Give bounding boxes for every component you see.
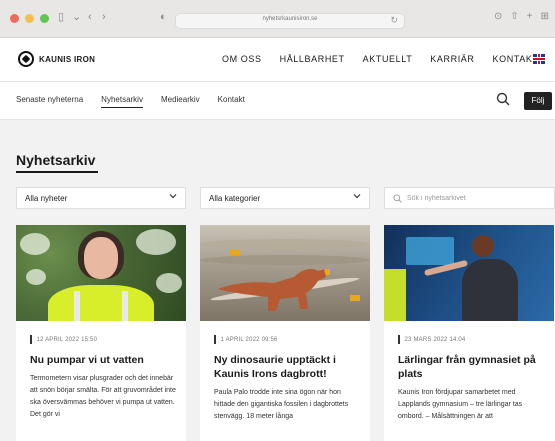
card-excerpt: Kaunis Iron fördjupar samarbetet med Lap… — [398, 389, 523, 420]
url-text: nyhetsrkaunisiron.se — [262, 16, 318, 22]
card-image-students[interactable] — [384, 225, 554, 321]
card-title[interactable]: Ny dinosaurie upptäckt i Kaunis Irons da… — [214, 353, 362, 381]
dinosaur-icon — [218, 269, 326, 311]
subnav-item-mediearkiv[interactable]: Mediearkiv — [161, 95, 200, 108]
card-date-text: 1 APRIL 2022 09:56 — [220, 336, 278, 343]
card-date-text: 23 MARS 2022 14:04 — [404, 336, 466, 343]
archive-search-input[interactable] — [407, 192, 547, 205]
card-title[interactable]: Lärlingar från gymnasiet på plats — [398, 353, 546, 381]
nav-item-hallbarhet[interactable]: HÅLLBARHET — [280, 54, 345, 64]
newsroom-subnav: Senaste nyheterna Nyhetsarkiv Mediearkiv… — [0, 82, 555, 120]
news-card[interactable]: 1 APRIL 2022 09:56 Ny dinosaurie upptäck… — [200, 225, 370, 441]
nav-item-kontakt[interactable]: KONTAKT — [493, 54, 539, 64]
logo-text: KAUNIS IRON — [39, 54, 96, 64]
close-window-icon[interactable] — [10, 14, 19, 23]
main-nav: OM OSS HÅLLBARHET AKTUELLT KARRIÄR KONTA… — [222, 54, 539, 64]
card-excerpt: Paula Palo trodde inte sina ögon när hon… — [214, 389, 349, 420]
window-controls — [10, 14, 49, 23]
nav-item-om-oss[interactable]: OM OSS — [222, 54, 262, 64]
nav-item-karriar[interactable]: KARRIÄR — [430, 54, 474, 64]
card-title[interactable]: Nu pumpar vi ut vatten — [30, 353, 178, 367]
page-title: Nyhetsarkiv — [16, 152, 96, 168]
subnav-item-kontakt[interactable]: Kontakt — [218, 95, 245, 108]
nav-item-aktuellt[interactable]: AKTUELLT — [363, 54, 413, 64]
reload-icon[interactable]: ↻ — [390, 15, 398, 26]
search-icon — [393, 194, 402, 203]
chevron-down-icon — [169, 194, 177, 199]
address-bar[interactable]: nyhetsrkaunisiron.se ↻ — [175, 13, 405, 29]
news-filter-select[interactable]: Alla nyheter — [16, 187, 186, 209]
forward-icon[interactable]: › — [102, 10, 106, 24]
news-card[interactable]: 23 MARS 2022 14:04 Lärlingar från gymnas… — [384, 225, 555, 441]
shield-icon[interactable]: ◐ — [160, 10, 167, 24]
category-filter-value: Alla kategorier — [209, 194, 261, 203]
browser-toolbar: ▯ ⌄ ‹ › ◐ nyhetsrkaunisiron.se ↻ ⊙ ⇧ + ⊞ — [0, 0, 555, 38]
chevron-down-icon — [353, 194, 361, 199]
uk-flag-icon[interactable] — [533, 54, 545, 64]
card-date-text: 12 APRIL 2022 15:50 — [36, 336, 98, 343]
minimize-window-icon[interactable] — [25, 14, 34, 23]
share-icon[interactable]: ⇧ — [510, 11, 518, 22]
subnav-item-nyhetsarkiv[interactable]: Nyhetsarkiv — [101, 95, 143, 108]
card-image-portrait[interactable] — [16, 225, 186, 321]
search-icon[interactable] — [496, 92, 510, 106]
new-tab-icon[interactable]: + — [527, 11, 533, 22]
tab-overview-icon[interactable]: ⊞ — [541, 11, 549, 22]
news-filter-value: Alla nyheter — [25, 194, 68, 203]
card-date: 1 APRIL 2022 09:56 — [214, 335, 278, 344]
follow-button[interactable]: Följ — [524, 92, 552, 110]
subnav-item-senaste[interactable]: Senaste nyheterna — [16, 95, 83, 108]
download-icon[interactable]: ⊙ — [494, 11, 502, 22]
browser-actions: ⊙ ⇧ + ⊞ — [494, 11, 549, 22]
news-card[interactable]: 12 APRIL 2022 15:50 Nu pumpar vi ut vatt… — [16, 225, 186, 441]
back-icon[interactable]: ‹ — [88, 10, 92, 24]
maximize-window-icon[interactable] — [40, 14, 49, 23]
site-header: KAUNIS IRON OM OSS HÅLLBARHET AKTUELLT K… — [0, 38, 555, 82]
card-excerpt: Termometern visar plusgrader och det inn… — [30, 375, 176, 418]
card-date: 23 MARS 2022 14:04 — [398, 335, 465, 344]
sidebar-toggle-icon[interactable]: ▯ — [58, 10, 64, 24]
category-filter-select[interactable]: Alla kategorier — [200, 187, 370, 209]
subnav-items: Senaste nyheterna Nyhetsarkiv Mediearkiv… — [16, 95, 245, 108]
chevron-down-icon[interactable]: ⌄ — [72, 10, 81, 24]
kaunis-iron-logo[interactable]: KAUNIS IRON — [18, 51, 95, 67]
archive-search-box — [384, 187, 555, 209]
logo-mark-icon — [18, 51, 34, 67]
title-underline — [16, 171, 98, 173]
card-date: 12 APRIL 2022 15:50 — [30, 335, 97, 344]
card-image-dinosaur[interactable] — [200, 225, 370, 321]
